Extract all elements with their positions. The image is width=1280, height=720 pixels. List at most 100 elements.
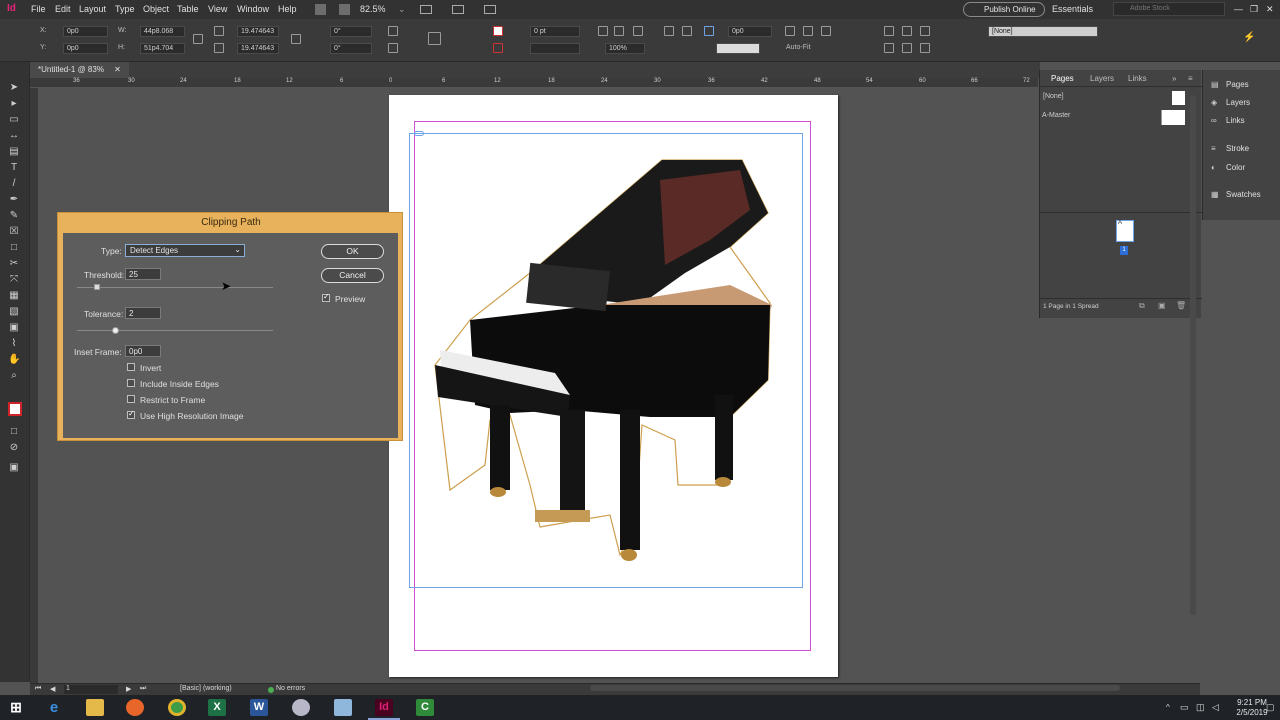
minimize-icon[interactable]: — [1234,4,1243,14]
gradient-feather-tool-icon[interactable]: ▧ [8,306,20,318]
align-left-icon[interactable] [884,26,894,36]
menu-view[interactable]: View [208,4,227,14]
fill-swatch-icon[interactable] [493,26,503,36]
menu-help[interactable]: Help [278,4,297,14]
tab-pages[interactable]: Pages [1051,74,1074,83]
threshold-field[interactable]: 25 [125,268,161,280]
gap-tool-icon[interactable]: ↔ [8,130,20,142]
stroke-swatch-icon[interactable] [493,43,503,53]
line-tool-icon[interactable]: / [8,178,20,190]
stock-icon[interactable] [339,4,350,15]
lightning-icon[interactable]: ⚡ [1243,32,1255,43]
excel-icon[interactable]: X [208,699,226,716]
threshold-slider-thumb[interactable] [93,284,100,290]
close-icon[interactable]: ✕ [1266,4,1274,15]
edge-icon[interactable]: e [45,699,63,716]
rectangle-tool-icon[interactable]: □ [8,242,20,254]
rotate-field[interactable]: 0° [330,26,372,37]
side-panel-links[interactable]: ∞ Links [1211,116,1245,125]
next-page-icon[interactable]: ▶ [126,685,131,693]
vertical-scrollbar[interactable] [1190,95,1196,615]
prev-page-icon[interactable]: ◀ [50,685,55,693]
restore-icon[interactable]: ❐ [1250,4,1258,15]
vertical-ruler[interactable] [30,88,38,683]
page-number-field[interactable]: 1 [64,685,118,694]
selection-tool-icon[interactable]: ➤ [8,82,20,94]
object-style-swatch[interactable] [716,43,760,54]
stroke-type-dropdown[interactable] [530,43,580,54]
tolerance-slider-thumb[interactable] [112,327,120,334]
menu-type[interactable]: Type [115,4,135,14]
arrange-documents-icon[interactable] [484,5,496,14]
panel-menu-icon[interactable]: ≡ [1188,74,1193,83]
network-signal-icon[interactable]: ◫ [1196,702,1205,713]
cancel-button[interactable]: Cancel [321,268,384,283]
h-field[interactable]: 51p4.704 [140,43,185,54]
side-panel-stroke[interactable]: ≡ Stroke [1211,144,1249,153]
corner-options-icon[interactable] [614,26,624,36]
free-transform-tool-icon[interactable]: ⤧ [8,274,20,286]
network-icon[interactable]: ▭ [1180,702,1189,713]
ok-button[interactable]: OK [321,244,384,259]
menu-window[interactable]: Window [237,4,269,14]
horizontal-ruler[interactable]: 36 30 24 18 12 6 0 6 12 18 24 30 36 42 4… [30,78,1038,88]
threshold-slider-track[interactable] [77,287,273,288]
scale-x-field[interactable]: 19.474643 [237,26,279,37]
indesign-taskbar-icon[interactable]: Id [375,699,393,716]
horizontal-scrollbar[interactable] [590,685,1120,691]
offset-field[interactable]: 0p0 [728,26,772,37]
menu-file[interactable]: File [31,4,46,14]
type-tool-icon[interactable]: T [8,162,20,174]
align-bottom-icon[interactable] [920,43,930,53]
type-dropdown[interactable]: Detect Edges ⌄ [125,244,245,257]
invert-checkbox[interactable] [127,363,135,371]
text-wrap-icon[interactable] [664,26,674,36]
autofit-checkbox-label[interactable]: Auto-Fit [786,44,811,51]
screen-mode-tool-icon[interactable]: ▣ [8,462,20,474]
preflight-errors[interactable]: No errors [276,685,305,692]
content-grabber-icon[interactable] [414,131,424,136]
pen-tool-icon[interactable]: ✒ [8,194,20,206]
w-field[interactable]: 44p8.068 [140,26,185,37]
gradient-swatch-tool-icon[interactable]: ▦ [8,290,20,302]
effects-icon[interactable] [633,26,643,36]
page-tool-icon[interactable]: ▭ [8,114,20,126]
view-options-icon[interactable] [420,5,432,14]
text-wrap-box-icon[interactable] [682,26,692,36]
align-center-icon[interactable] [902,26,912,36]
delete-page-icon[interactable]: 🗑 [1176,301,1186,310]
volume-icon[interactable]: ◁ [1212,702,1219,713]
publish-online-button[interactable]: Publish Online [963,2,1045,17]
menu-layout[interactable]: Layout [79,4,106,14]
screen-mode-icon[interactable] [452,5,464,14]
object-style-dropdown[interactable]: [None] [988,26,1098,37]
camtasia-icon[interactable]: C [416,699,434,716]
fill-stroke-swatch-icon[interactable] [8,402,22,416]
scale-y-field[interactable]: 19.474643 [237,43,279,54]
chrome-icon[interactable] [168,699,186,716]
align-right-icon[interactable] [920,26,930,36]
edit-page-size-icon[interactable]: ⧉ [1139,301,1145,311]
content-collector-icon[interactable]: ▤ [8,146,20,158]
x-field[interactable]: 0p0 [63,26,108,37]
side-panel-pages[interactable]: ▤ Pages [1211,80,1249,89]
shear-field[interactable]: 0° [330,43,372,54]
tab-links[interactable]: Links [1128,74,1147,83]
flip-indicator-icon[interactable] [428,32,441,45]
scissors-tool-icon[interactable]: ✂ [8,258,20,270]
select-content-icon[interactable] [704,26,714,36]
restrict-to-frame-checkbox[interactable] [127,395,135,403]
grand-piano-image[interactable] [430,155,780,570]
none-master-thumbnail[interactable] [1172,91,1185,105]
new-page-icon[interactable]: ▣ [1158,301,1166,310]
paint-icon[interactable] [292,699,310,716]
side-panel-layers[interactable]: ◈ Layers [1211,98,1250,107]
apply-none-icon[interactable]: ⊘ [8,442,20,454]
word-icon[interactable]: W [250,699,268,716]
menu-table[interactable]: Table [177,4,199,14]
fit-frame-icon[interactable] [803,26,813,36]
y-field[interactable]: 0p0 [63,43,108,54]
preview-checkbox[interactable] [322,292,330,302]
rotate-cw-icon[interactable] [388,26,398,36]
side-panel-swatches[interactable]: ▦ Swatches [1211,190,1261,199]
